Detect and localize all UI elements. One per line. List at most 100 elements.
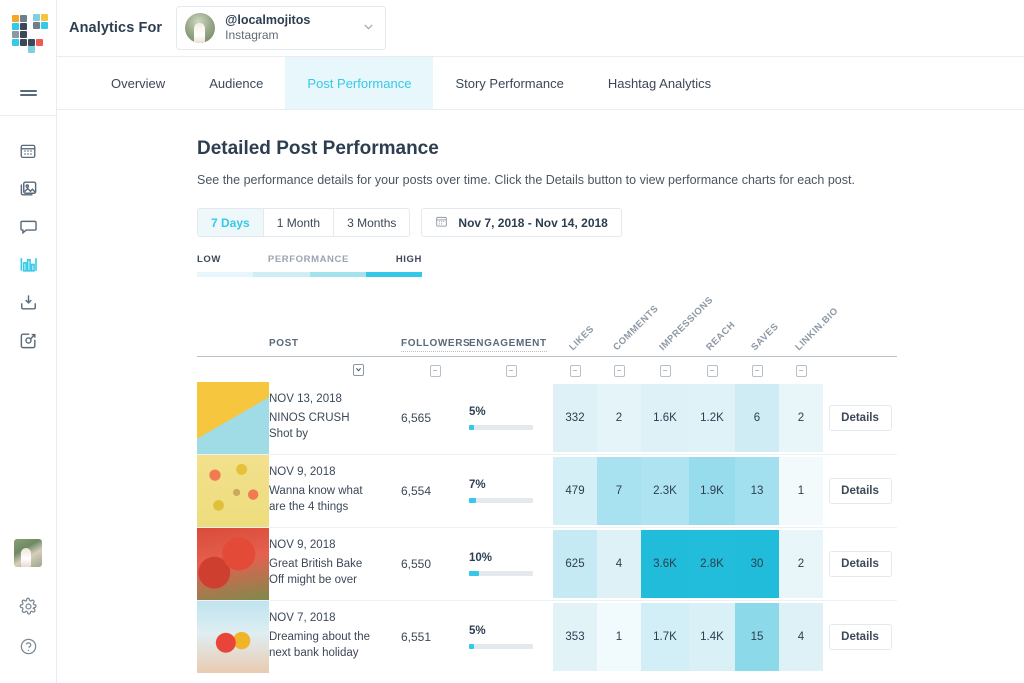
account-avatar	[185, 13, 216, 43]
post-info-cell: NOV 9, 2018 Great British Bake Off might b…	[269, 527, 401, 601]
engagement-cell: 5%	[469, 382, 553, 455]
header-saves: SAVES	[735, 303, 781, 355]
legend-segment	[365, 272, 422, 277]
range-7-days[interactable]: 7 Days	[198, 209, 264, 236]
post-thumbnail[interactable]	[197, 601, 269, 673]
legend-gradient-bar	[197, 272, 422, 277]
details-cell: Details	[823, 454, 897, 528]
post-caption: Off might be over	[269, 574, 357, 586]
details-cell: Details	[823, 601, 897, 674]
metric-cell: 30	[735, 527, 779, 601]
date-range-picker[interactable]: Nov 7, 2018 - Nov 14, 2018	[421, 208, 622, 237]
metric-cell: 4	[597, 527, 641, 601]
page-description: See the performance details for your pos…	[197, 173, 855, 187]
metric-value: 1	[779, 457, 823, 525]
sort-reach-button[interactable]: −	[706, 365, 718, 378]
sort-comments-button[interactable]: −	[613, 365, 625, 378]
sidebar-item-conversations[interactable]	[8, 210, 48, 248]
metric-value: 353	[553, 603, 597, 671]
details-button[interactable]: Details	[828, 624, 892, 650]
sort-likes-cell: −	[553, 356, 597, 382]
sort-engagement-cell: −	[469, 356, 553, 382]
sort-linkinbio-button[interactable]: −	[795, 365, 807, 378]
tab-bar: Overview Audience Post Performance Story…	[57, 57, 1024, 110]
link-square-icon	[19, 331, 38, 355]
post-thumbnail[interactable]	[197, 382, 269, 454]
details-cell: Details	[823, 382, 897, 455]
post-caption: next bank holiday	[269, 647, 359, 659]
help-button[interactable]	[8, 629, 48, 669]
calendar-icon	[19, 142, 37, 165]
header-engagement: ENGAGEMENT	[469, 303, 553, 355]
followers-value: 6,550	[401, 527, 469, 601]
sort-saves-button[interactable]: −	[751, 365, 763, 378]
settings-button[interactable]	[8, 589, 48, 629]
engagement-cell: 5%	[469, 601, 553, 674]
post-thumbnail-cell	[197, 601, 269, 673]
header-reach: REACH	[689, 303, 738, 355]
post-date: NOV 13, 2018	[269, 393, 342, 406]
sidebar-item-calendar[interactable]	[8, 134, 48, 172]
sidebar-item-media-library[interactable]	[8, 172, 48, 210]
post-thumbnail-cell	[197, 527, 269, 601]
performance-legend: LOW PERFORMANCE HIGH	[197, 254, 422, 277]
tab-hashtag-analytics[interactable]: Hashtag Analytics	[586, 57, 733, 109]
details-button[interactable]: Details	[828, 478, 892, 504]
account-platform: Instagram	[225, 28, 279, 43]
hamburger-icon	[19, 88, 37, 98]
rail-user-avatar[interactable]	[14, 539, 42, 567]
post-date: NOV 9, 2018	[269, 466, 336, 479]
engagement-cell: 7%	[469, 454, 553, 528]
metric-value: 1.4K	[689, 603, 735, 671]
later-logo[interactable]	[8, 10, 48, 53]
menu-toggle-button[interactable]	[0, 70, 57, 116]
post-thumbnail[interactable]	[197, 455, 269, 527]
sidebar-item-linkinbio[interactable]	[8, 324, 48, 362]
sort-saves-cell: −	[735, 356, 779, 382]
details-button[interactable]: Details	[828, 405, 892, 431]
metric-cell: 1.6K	[641, 382, 689, 455]
legend-low-label: LOW	[197, 254, 221, 265]
legend-labels: LOW PERFORMANCE HIGH	[197, 254, 422, 265]
legend-segment	[197, 272, 254, 277]
range-3-months[interactable]: 3 Months	[334, 209, 410, 236]
metric-value: 2	[779, 384, 823, 452]
post-caption: NINOS CRUSH	[269, 412, 350, 425]
bar-chart-icon	[19, 255, 38, 279]
metric-cell: 2	[779, 382, 823, 455]
metric-cell: 353	[553, 601, 597, 674]
chevron-down-icon	[362, 20, 375, 36]
metric-value: 1	[597, 603, 641, 671]
table-row: NOV 9, 2018 Wanna know what are the 4 thin…	[197, 454, 897, 528]
table-body: NOV 13, 2018 NINOS CRUSH Shot by 6,565 5% 332…	[197, 382, 897, 673]
post-thumbnail[interactable]	[197, 528, 269, 600]
tab-audience[interactable]: Audience	[187, 57, 285, 109]
tab-story-performance[interactable]: Story Performance	[433, 57, 585, 109]
engagement-progress-fill	[469, 425, 475, 430]
header-row: POST FOLLOWERS ENGAGEMENT LIKES COMMENTS…	[197, 295, 897, 355]
metric-value: 332	[553, 384, 597, 452]
sort-followers-button[interactable]: −	[429, 365, 441, 378]
engagement-percent: 10%	[469, 552, 493, 564]
sidebar-item-analytics[interactable]	[8, 248, 48, 286]
range-1-month[interactable]: 1 Month	[263, 209, 335, 236]
tab-post-performance[interactable]: Post Performance	[285, 57, 434, 109]
sort-impressions-button[interactable]: −	[659, 365, 671, 378]
account-selector[interactable]: @localmojitos Instagram	[176, 6, 387, 50]
sort-engagement-button[interactable]: −	[505, 365, 517, 378]
sort-likes-button[interactable]: −	[569, 365, 581, 378]
header-reach-label: REACH	[704, 319, 738, 353]
left-rail	[0, 0, 57, 683]
metric-cell: 15	[735, 601, 779, 674]
sidebar-item-collect-media[interactable]	[8, 286, 48, 324]
sort-post-button[interactable]	[353, 363, 364, 376]
legend-segment	[253, 272, 310, 277]
sort-post-cell	[269, 356, 401, 382]
details-button[interactable]: Details	[828, 551, 892, 577]
header-linkinbio: LINKIN.BIO	[779, 303, 841, 355]
date-range-value: Nov 7, 2018 - Nov 14, 2018	[458, 215, 608, 230]
metric-value: 13	[735, 457, 779, 525]
metric-cell: 2	[779, 527, 823, 601]
tab-overview[interactable]: Overview	[89, 57, 187, 109]
metric-cell: 13	[735, 454, 779, 528]
